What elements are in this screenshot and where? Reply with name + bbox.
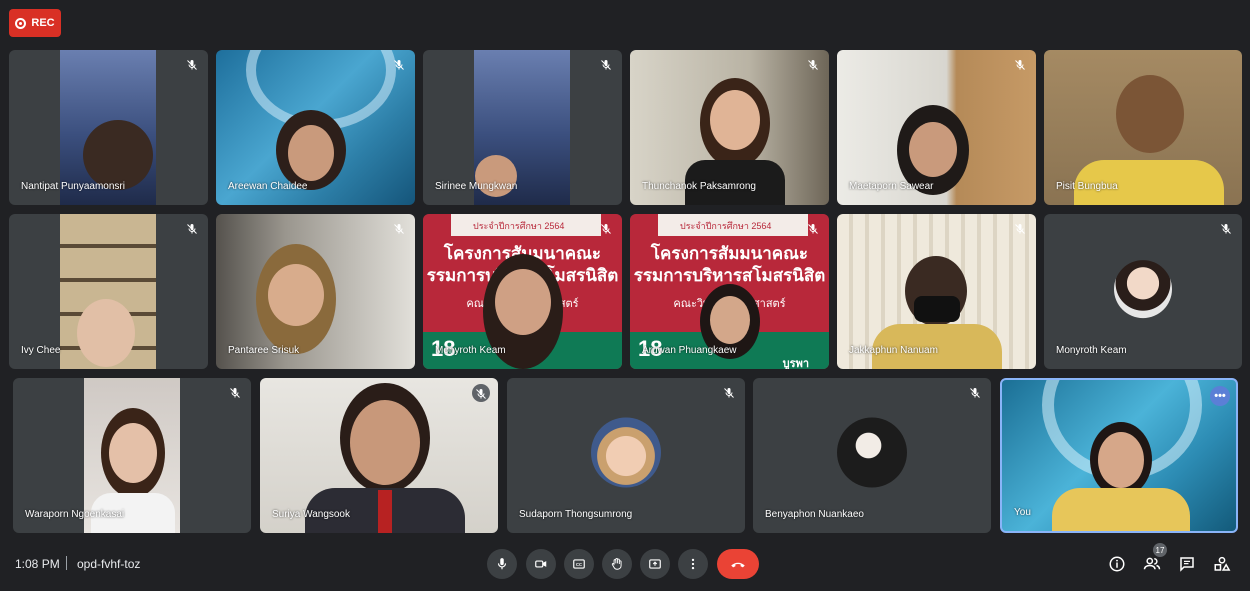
mic-icon (497, 558, 507, 570)
raise-hand-button[interactable] (602, 549, 632, 579)
participant-name: Nantipat Punyaamonsri (21, 181, 125, 192)
participant-name: Sirinee Mungkwan (435, 181, 518, 192)
camera-icon (535, 560, 547, 568)
more-options-button[interactable] (678, 549, 708, 579)
captions-button[interactable]: CC (564, 549, 594, 579)
recording-label: REC (31, 17, 55, 29)
activities-icon (1214, 556, 1231, 571)
participant-tile[interactable]: Monyroth Keam (1044, 214, 1242, 369)
participant-tile[interactable]: Pantaree Srisuk (216, 214, 415, 369)
participant-name: Suriya Wangsook (272, 509, 350, 520)
mic-off-icon (600, 58, 612, 70)
participant-name: Pantaree Srisuk (228, 345, 300, 356)
participant-tile[interactable]: Benyaphon Nuankaeo (753, 378, 991, 533)
mic-off-icon (1014, 222, 1026, 234)
control-bar: 1:08 PM opd-fvhf-toz CC 17 (0, 541, 1250, 591)
mic-off-icon (807, 58, 819, 70)
participant-tile[interactable]: ประจำปีการศึกษา 2564 โครงการสัมมนาคณะ รร… (630, 214, 829, 369)
participant-name: Monyroth Keam (435, 345, 506, 356)
meeting-time: 1:08 PM (15, 557, 60, 571)
mic-off-icon (723, 386, 735, 398)
divider (66, 556, 67, 570)
participant-name: Sudaporn Thongsumrong (519, 509, 633, 520)
mic-off-icon (393, 222, 405, 234)
participant-name: Waraporn Ngoenkasai (25, 509, 125, 520)
chat-button[interactable] (1178, 555, 1196, 573)
mic-off-icon (186, 222, 198, 234)
participant-tile[interactable]: Sirinee Mungkwan (423, 50, 622, 205)
avatar (1114, 259, 1172, 318)
participant-tile[interactable]: Nantipat Punyaamonsri (9, 50, 208, 205)
participant-name: Thunchanok Paksamrong (642, 181, 756, 192)
participant-tile[interactable]: Suriya Wangsook (260, 378, 498, 533)
chat-icon (1180, 557, 1194, 572)
mic-off-icon (393, 58, 405, 70)
mic-off-icon (229, 386, 241, 398)
raise-hand-icon (611, 557, 622, 570)
present-icon (649, 559, 661, 569)
more-options-icon (691, 558, 695, 570)
participant-name: Benyaphon Nuankaeo (765, 509, 864, 520)
slide-header: ประจำปีการศึกษา 2564 (658, 214, 808, 236)
participant-name: Ivy Chee (21, 345, 61, 356)
meeting-code: opd-fvhf-toz (77, 557, 141, 571)
mic-off-icon (1014, 58, 1026, 70)
activities-button[interactable] (1213, 555, 1231, 573)
participant-tile[interactable]: Waraporn Ngoenkasai (13, 378, 251, 533)
hangup-button[interactable] (717, 549, 759, 579)
participant-tile[interactable]: Pisit Bungbua (1044, 50, 1242, 205)
info-button[interactable] (1108, 555, 1126, 573)
avatar (837, 417, 907, 487)
participant-count-badge: 17 (1153, 543, 1167, 557)
participant-name: Aruwan Phuangkaew (642, 345, 737, 356)
mic-off-icon (969, 386, 981, 398)
record-icon (15, 17, 27, 29)
mic-off-icon (186, 58, 198, 70)
participant-tile[interactable]: Jakkaphun Nanuam (837, 214, 1036, 369)
camera-button[interactable] (526, 549, 556, 579)
participant-name: Jakkaphun Nanuam (849, 345, 938, 356)
participant-name: Monyroth Keam (1056, 345, 1127, 356)
participant-name: You (1014, 507, 1031, 518)
mic-off-icon (472, 384, 490, 402)
info-icon (1109, 556, 1125, 572)
participant-tile[interactable]: ประจำปีการศึกษา 2564 โครงการสัมมนาคณะ รร… (423, 214, 622, 369)
participant-tile[interactable]: Ivy Chee (9, 214, 208, 369)
hangup-icon (731, 562, 745, 568)
participant-name: Pisit Bungbua (1056, 181, 1118, 192)
present-button[interactable] (640, 549, 670, 579)
people-icon (1143, 557, 1161, 570)
avatar (591, 417, 661, 487)
slide-footer: บูรพา (782, 358, 809, 369)
more-options-icon[interactable]: ••• (1210, 386, 1230, 406)
participant-name: Maetaporn Sawear (849, 181, 934, 192)
participant-tile[interactable]: Maetaporn Sawear (837, 50, 1036, 205)
participant-tile[interactable]: Sudaporn Thongsumrong (507, 378, 745, 533)
mic-button[interactable] (487, 549, 517, 579)
recording-indicator: REC (9, 9, 61, 37)
people-button[interactable] (1143, 555, 1161, 573)
participant-tile[interactable]: Thunchanok Paksamrong (630, 50, 829, 205)
participant-tile[interactable]: Areewan Chaidee (216, 50, 415, 205)
svg-text:CC: CC (576, 562, 582, 567)
mic-off-icon (807, 222, 819, 234)
participant-name: Areewan Chaidee (228, 181, 308, 192)
mic-off-icon (600, 222, 612, 234)
mic-off-icon (1220, 222, 1232, 234)
captions-icon: CC (573, 559, 585, 569)
self-view-tile[interactable]: ••• You (1000, 378, 1238, 533)
slide-header: ประจำปีการศึกษา 2564 (451, 214, 601, 236)
